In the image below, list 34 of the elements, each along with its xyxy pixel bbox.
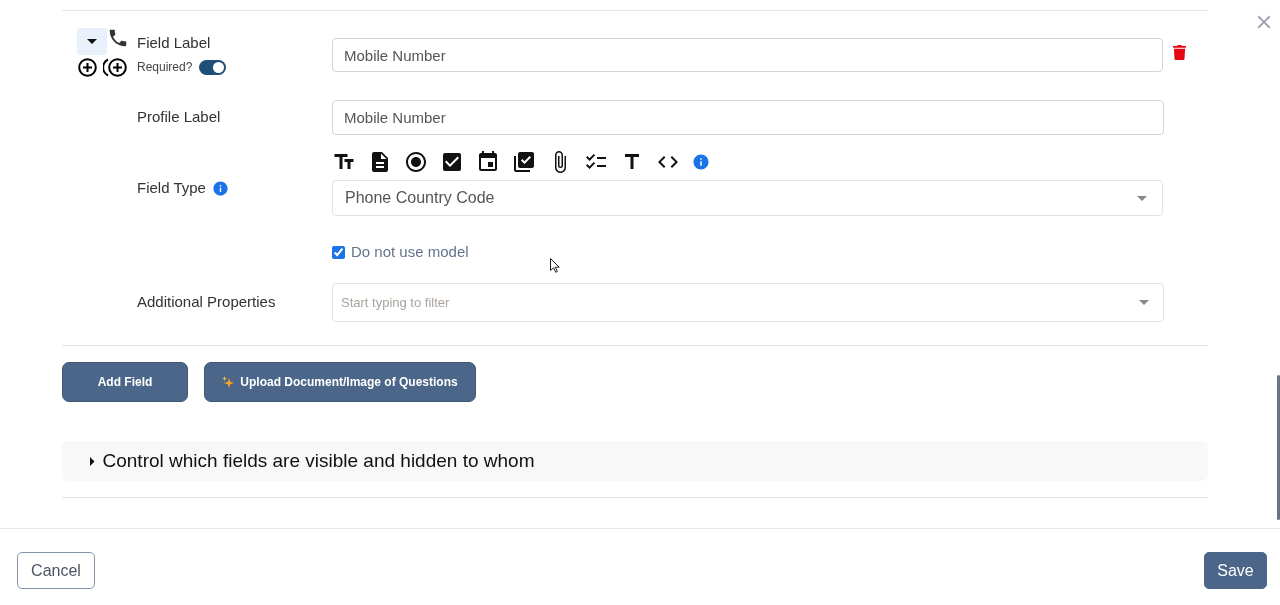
calendar-icon[interactable] [476, 150, 500, 174]
checkbox-label[interactable]: Do not use model [351, 240, 469, 264]
field-label: Additional Properties [136, 292, 277, 313]
collapse-toggle-button[interactable] [77, 28, 107, 55]
text-field[interactable]: Mobile Number [332, 100, 1164, 135]
field-label: Profile Label [136, 107, 222, 128]
plus-circle-arc-icon[interactable] [103, 58, 127, 77]
cancel-button[interactable]: Cancel [17, 552, 95, 589]
plus-circle-icon[interactable] [78, 58, 97, 77]
text-field[interactable]: Mobile Number [332, 38, 1163, 72]
stacked-checkbox-icon[interactable] [512, 150, 536, 174]
info-icon[interactable] [211, 179, 229, 197]
caret-down-icon [87, 39, 97, 44]
caret-down-icon [1137, 195, 1147, 201]
upload-button[interactable]: Upload Document/Image of Questions [204, 362, 476, 402]
save-button[interactable]: Save [1204, 552, 1267, 589]
required-label: Required? [137, 59, 193, 76]
accordion-header[interactable]: Control which fields are visible and hidden to whom [62, 441, 1208, 481]
field-type-select[interactable]: Phone Country Code [332, 180, 1163, 216]
caret-down-icon [1139, 300, 1149, 305]
scrollbar-thumb[interactable] [1277, 375, 1280, 520]
checkbox-icon[interactable] [440, 150, 464, 174]
phone-icon [107, 27, 129, 49]
add-field-button[interactable]: Add Field [62, 362, 188, 402]
checkbox[interactable] [332, 245, 345, 259]
required-toggle[interactable] [199, 59, 227, 75]
radio-button-icon[interactable] [404, 150, 428, 174]
info-icon[interactable] [692, 153, 710, 171]
filter-input[interactable]: Start typing to filter [332, 283, 1164, 322]
field-label: Field Type [137, 177, 206, 198]
sparkle-icon [222, 376, 235, 388]
mouse-pointer-icon [550, 258, 560, 273]
trash-icon[interactable] [1172, 45, 1187, 60]
field-label: Field Label [137, 33, 212, 53]
